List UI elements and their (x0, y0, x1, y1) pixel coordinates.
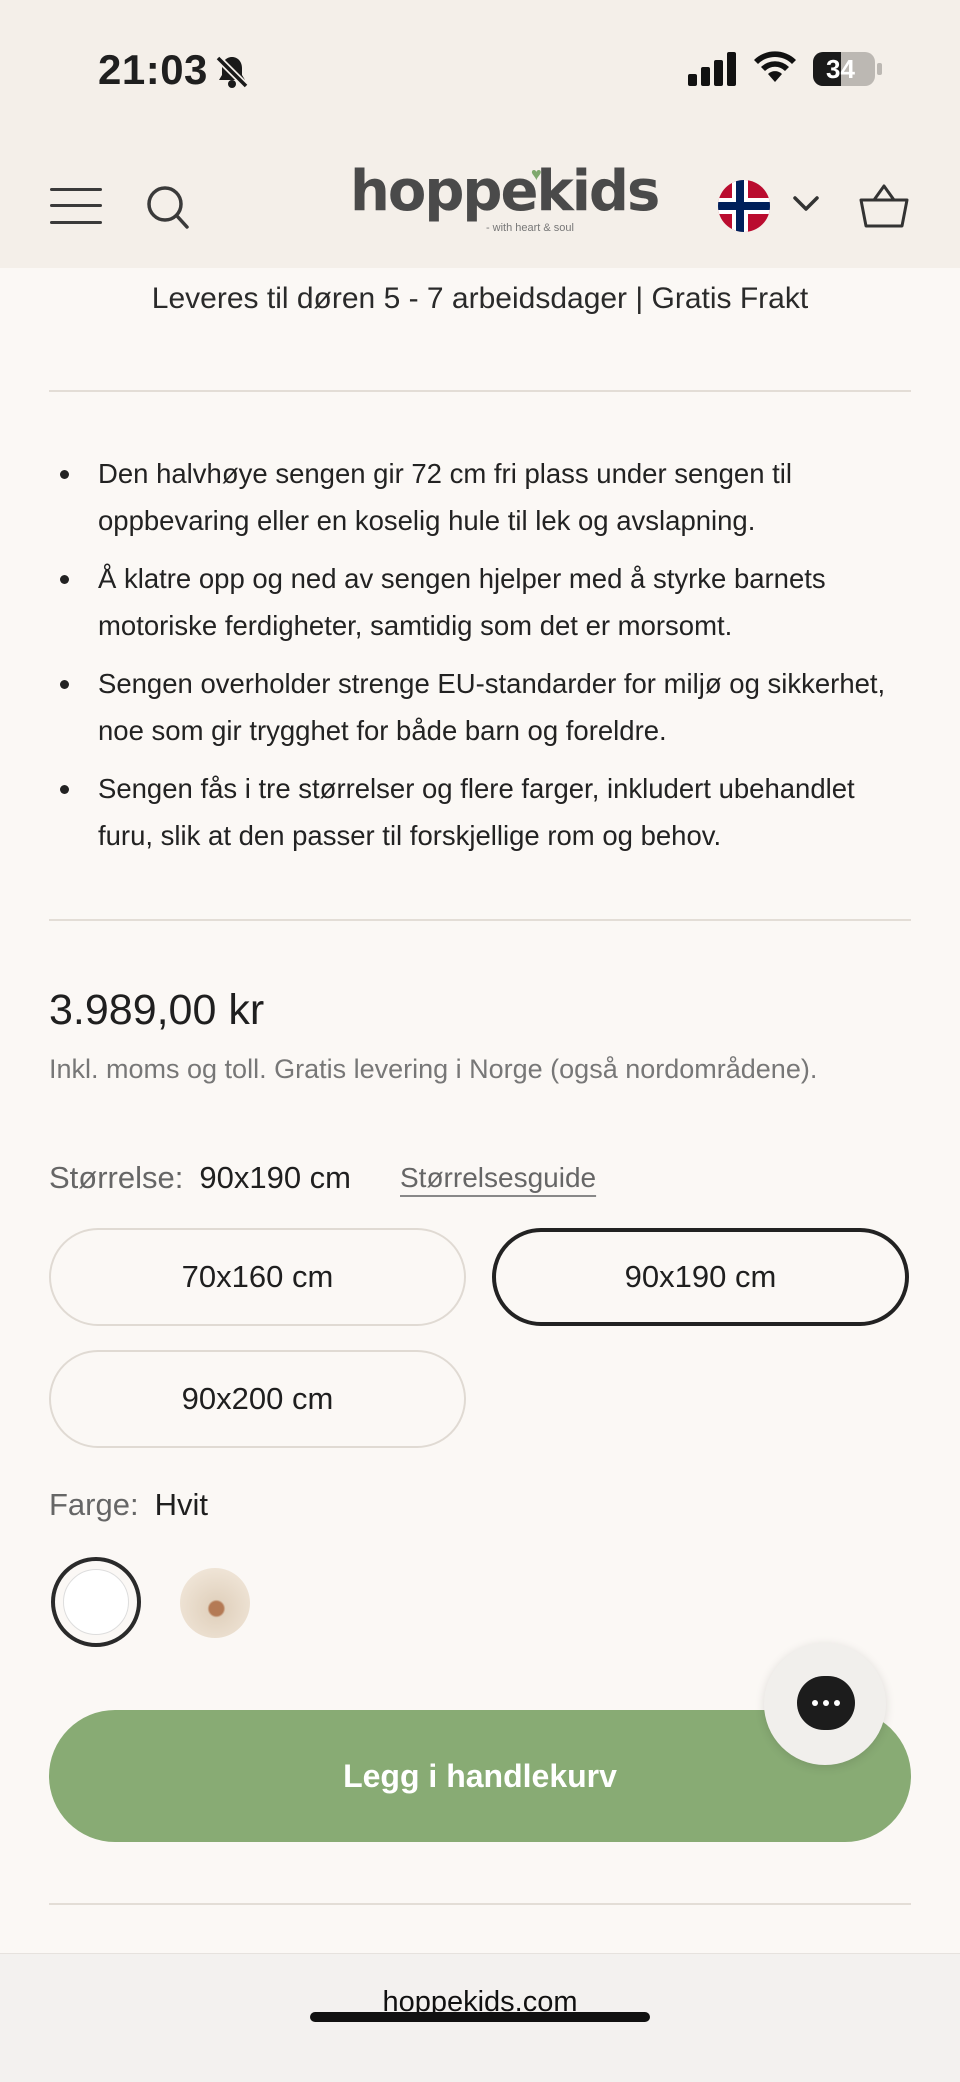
battery-icon: 34 (812, 50, 884, 95)
search-icon[interactable] (146, 184, 190, 237)
feature-item: Sengen overholder strenge EU-standarder … (49, 660, 911, 754)
delivery-info: Leveres til døren 5 - 7 arbeidsdager | G… (151, 282, 809, 315)
wifi-icon (752, 48, 798, 89)
menu-icon[interactable] (50, 188, 102, 224)
size-selector-label: Størrelse: 90x190 cm (49, 1160, 351, 1196)
size-selected-value: 90x190 cm (199, 1160, 351, 1195)
chat-button[interactable] (764, 1643, 886, 1765)
cellular-signal-icon (688, 52, 738, 91)
size-option-90x200[interactable]: 90x200 cm (49, 1350, 466, 1448)
site-header: hoppekids ♥ - with heart & soul (0, 140, 960, 268)
silent-bell-icon (212, 52, 252, 97)
color-label: Farge: (49, 1487, 139, 1522)
divider (49, 1903, 911, 1905)
logo-text: hoppekids (350, 159, 660, 224)
product-price: 3.989,00 kr (49, 986, 265, 1034)
divider (49, 390, 911, 392)
logo-heart-icon: ♥ (531, 164, 542, 184)
feature-item: Å klatre opp og ned av sengen hjelper me… (49, 555, 911, 649)
feature-item: Sengen fås i tre størrelser og flere far… (49, 765, 911, 859)
color-selected-value: Hvit (154, 1487, 208, 1522)
chat-icon (797, 1676, 855, 1730)
color-swatch-pine[interactable] (180, 1568, 250, 1638)
norway-flag-icon[interactable] (718, 180, 770, 232)
color-selector-label: Farge: Hvit (49, 1487, 208, 1523)
size-option-90x190[interactable]: 90x190 cm (492, 1228, 909, 1326)
divider (49, 919, 911, 921)
home-indicator[interactable] (310, 2012, 650, 2022)
battery-level: 34 (826, 54, 855, 84)
status-bar: 21:03 34 (0, 0, 960, 140)
browser-address-bar[interactable]: hoppekids.com (0, 1953, 960, 2082)
feature-list: Den halvhøye sengen gir 72 cm fri plass … (49, 450, 911, 870)
feature-item: Den halvhøye sengen gir 72 cm fri plass … (49, 450, 911, 544)
color-swatch-white[interactable] (51, 1557, 141, 1647)
basket-icon[interactable] (858, 180, 910, 237)
size-option-70x160[interactable]: 70x160 cm (49, 1228, 466, 1326)
status-time: 21:03 (98, 46, 208, 93)
size-guide-link[interactable]: Størrelsesguide (400, 1162, 596, 1194)
site-logo[interactable]: hoppekids ♥ - with heart & soul (350, 159, 660, 242)
logo-tagline: - with heart & soul (485, 222, 574, 234)
size-label: Størrelse: (49, 1160, 184, 1195)
chevron-down-icon[interactable] (792, 194, 820, 219)
tax-note: Inkl. moms og toll. Gratis levering i No… (49, 1054, 818, 1084)
